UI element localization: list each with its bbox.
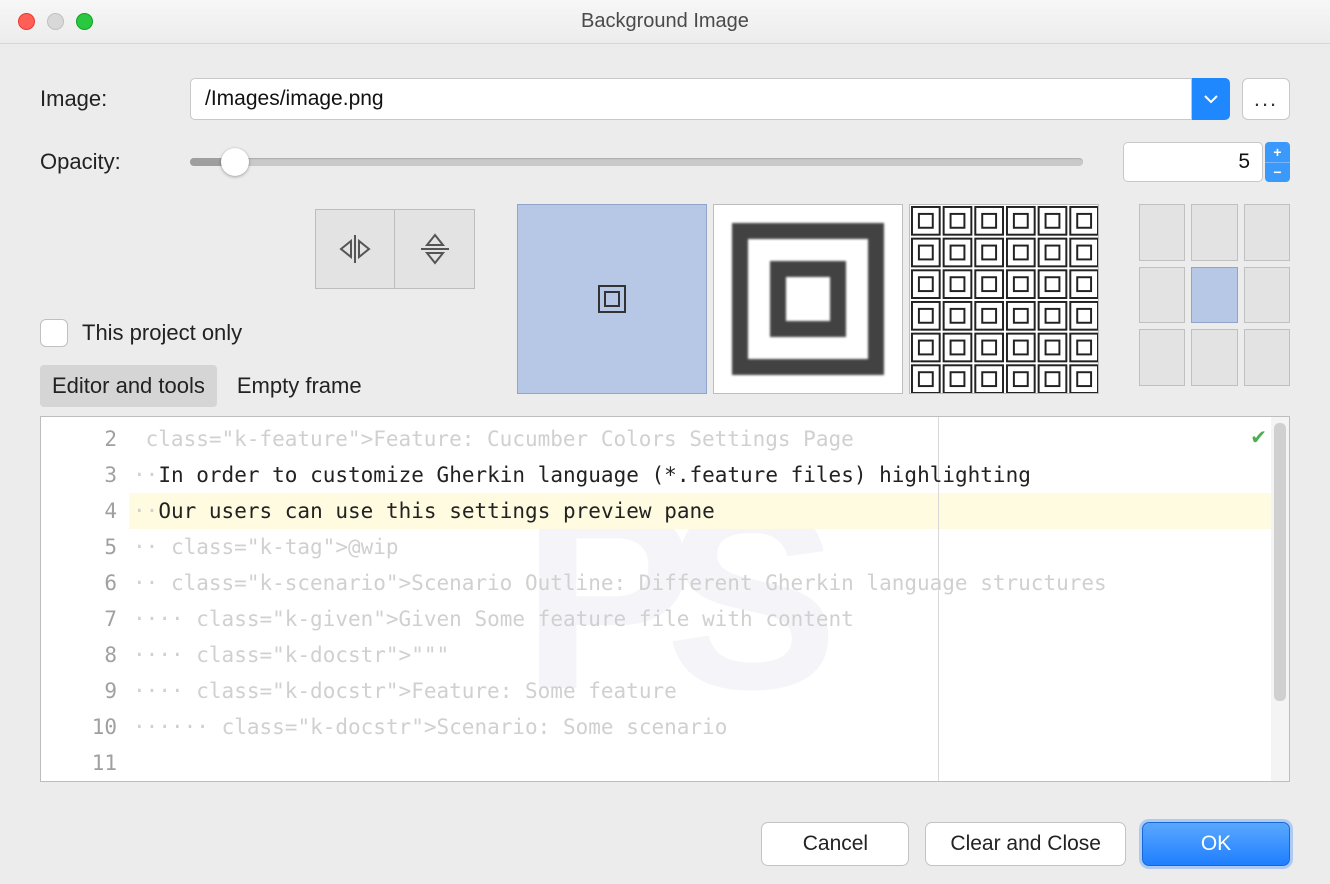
code-area[interactable]: class="k-feature">Feature: Cucumber Colo… bbox=[129, 417, 1271, 781]
dialog-body: Image: /Images/image.png ... Opacity: + … bbox=[0, 44, 1330, 884]
stepper-up[interactable]: + bbox=[1265, 142, 1290, 163]
slider-thumb[interactable] bbox=[221, 148, 249, 176]
scale-icon bbox=[728, 219, 888, 379]
anchor-left[interactable] bbox=[1139, 267, 1185, 324]
window-title: Background Image bbox=[0, 10, 1330, 33]
mirror-buttons bbox=[315, 209, 475, 289]
minimize-window-icon[interactable] bbox=[47, 13, 64, 30]
editor-content: 234567891011 class="k-feature">Feature: … bbox=[41, 417, 1289, 781]
anchor-top-right[interactable] bbox=[1244, 204, 1290, 261]
zoom-window-icon[interactable] bbox=[76, 13, 93, 30]
anchor-bottom-left[interactable] bbox=[1139, 329, 1185, 386]
chevron-down-icon bbox=[1203, 91, 1219, 107]
anchor-top-left[interactable] bbox=[1139, 204, 1185, 261]
options-row: This project only Editor and tools Empty… bbox=[40, 204, 1290, 404]
flip-horizontal-icon bbox=[337, 231, 373, 267]
image-path-dropdown[interactable] bbox=[1192, 78, 1230, 120]
image-row: Image: /Images/image.png ... bbox=[40, 78, 1290, 120]
flip-vertical-icon bbox=[417, 231, 453, 267]
opacity-slider[interactable] bbox=[190, 158, 1083, 166]
scrollbar-thumb[interactable] bbox=[1274, 423, 1286, 701]
image-path-field[interactable]: /Images/image.png bbox=[190, 78, 1192, 120]
fill-mode-plain[interactable] bbox=[517, 204, 707, 394]
titlebar: Background Image bbox=[0, 0, 1330, 44]
flip-horizontal-button[interactable] bbox=[315, 209, 395, 289]
tile-icon bbox=[910, 204, 1098, 394]
project-only-label: This project only bbox=[82, 320, 242, 346]
scope-tabs: Editor and tools Empty frame bbox=[40, 365, 475, 407]
image-path-text: /Images/image.png bbox=[205, 87, 384, 111]
ok-button[interactable]: OK bbox=[1142, 822, 1290, 866]
opacity-stepper: + − bbox=[1265, 142, 1290, 182]
fill-mode-tile[interactable] bbox=[909, 204, 1099, 394]
opacity-input[interactable] bbox=[1123, 142, 1263, 182]
project-only-row: This project only bbox=[40, 319, 475, 347]
scrollbar[interactable] bbox=[1271, 417, 1289, 781]
browse-button[interactable]: ... bbox=[1242, 78, 1290, 120]
anchor-bottom-right[interactable] bbox=[1244, 329, 1290, 386]
opacity-label: Opacity: bbox=[40, 149, 190, 175]
anchor-bottom[interactable] bbox=[1191, 329, 1237, 386]
clear-and-close-button[interactable]: Clear and Close bbox=[925, 822, 1126, 866]
flip-vertical-button[interactable] bbox=[395, 209, 475, 289]
anchor-center[interactable] bbox=[1191, 267, 1237, 324]
options-left: This project only Editor and tools Empty… bbox=[40, 204, 475, 407]
editor-preview: PS ✔ 234567891011 class="k-feature">Feat… bbox=[40, 416, 1290, 782]
fill-modes bbox=[517, 204, 1099, 394]
ellipsis-icon: ... bbox=[1254, 86, 1278, 112]
anchor-top[interactable] bbox=[1191, 204, 1237, 261]
close-window-icon[interactable] bbox=[18, 13, 35, 30]
opacity-row: Opacity: + − bbox=[40, 142, 1290, 182]
tab-empty-frame[interactable]: Empty frame bbox=[225, 365, 374, 407]
line-gutter: 234567891011 bbox=[41, 417, 129, 781]
square-icon bbox=[598, 285, 626, 313]
cancel-button[interactable]: Cancel bbox=[761, 822, 909, 866]
button-bar: Cancel Clear and Close OK bbox=[761, 822, 1290, 866]
anchor-grid bbox=[1139, 204, 1290, 386]
tab-editor-and-tools[interactable]: Editor and tools bbox=[40, 365, 217, 407]
image-label: Image: bbox=[40, 86, 190, 112]
project-only-checkbox[interactable] bbox=[40, 319, 68, 347]
fill-mode-scale[interactable] bbox=[713, 204, 903, 394]
window-controls bbox=[18, 13, 93, 30]
stepper-down[interactable]: − bbox=[1265, 163, 1290, 183]
anchor-right[interactable] bbox=[1244, 267, 1290, 324]
